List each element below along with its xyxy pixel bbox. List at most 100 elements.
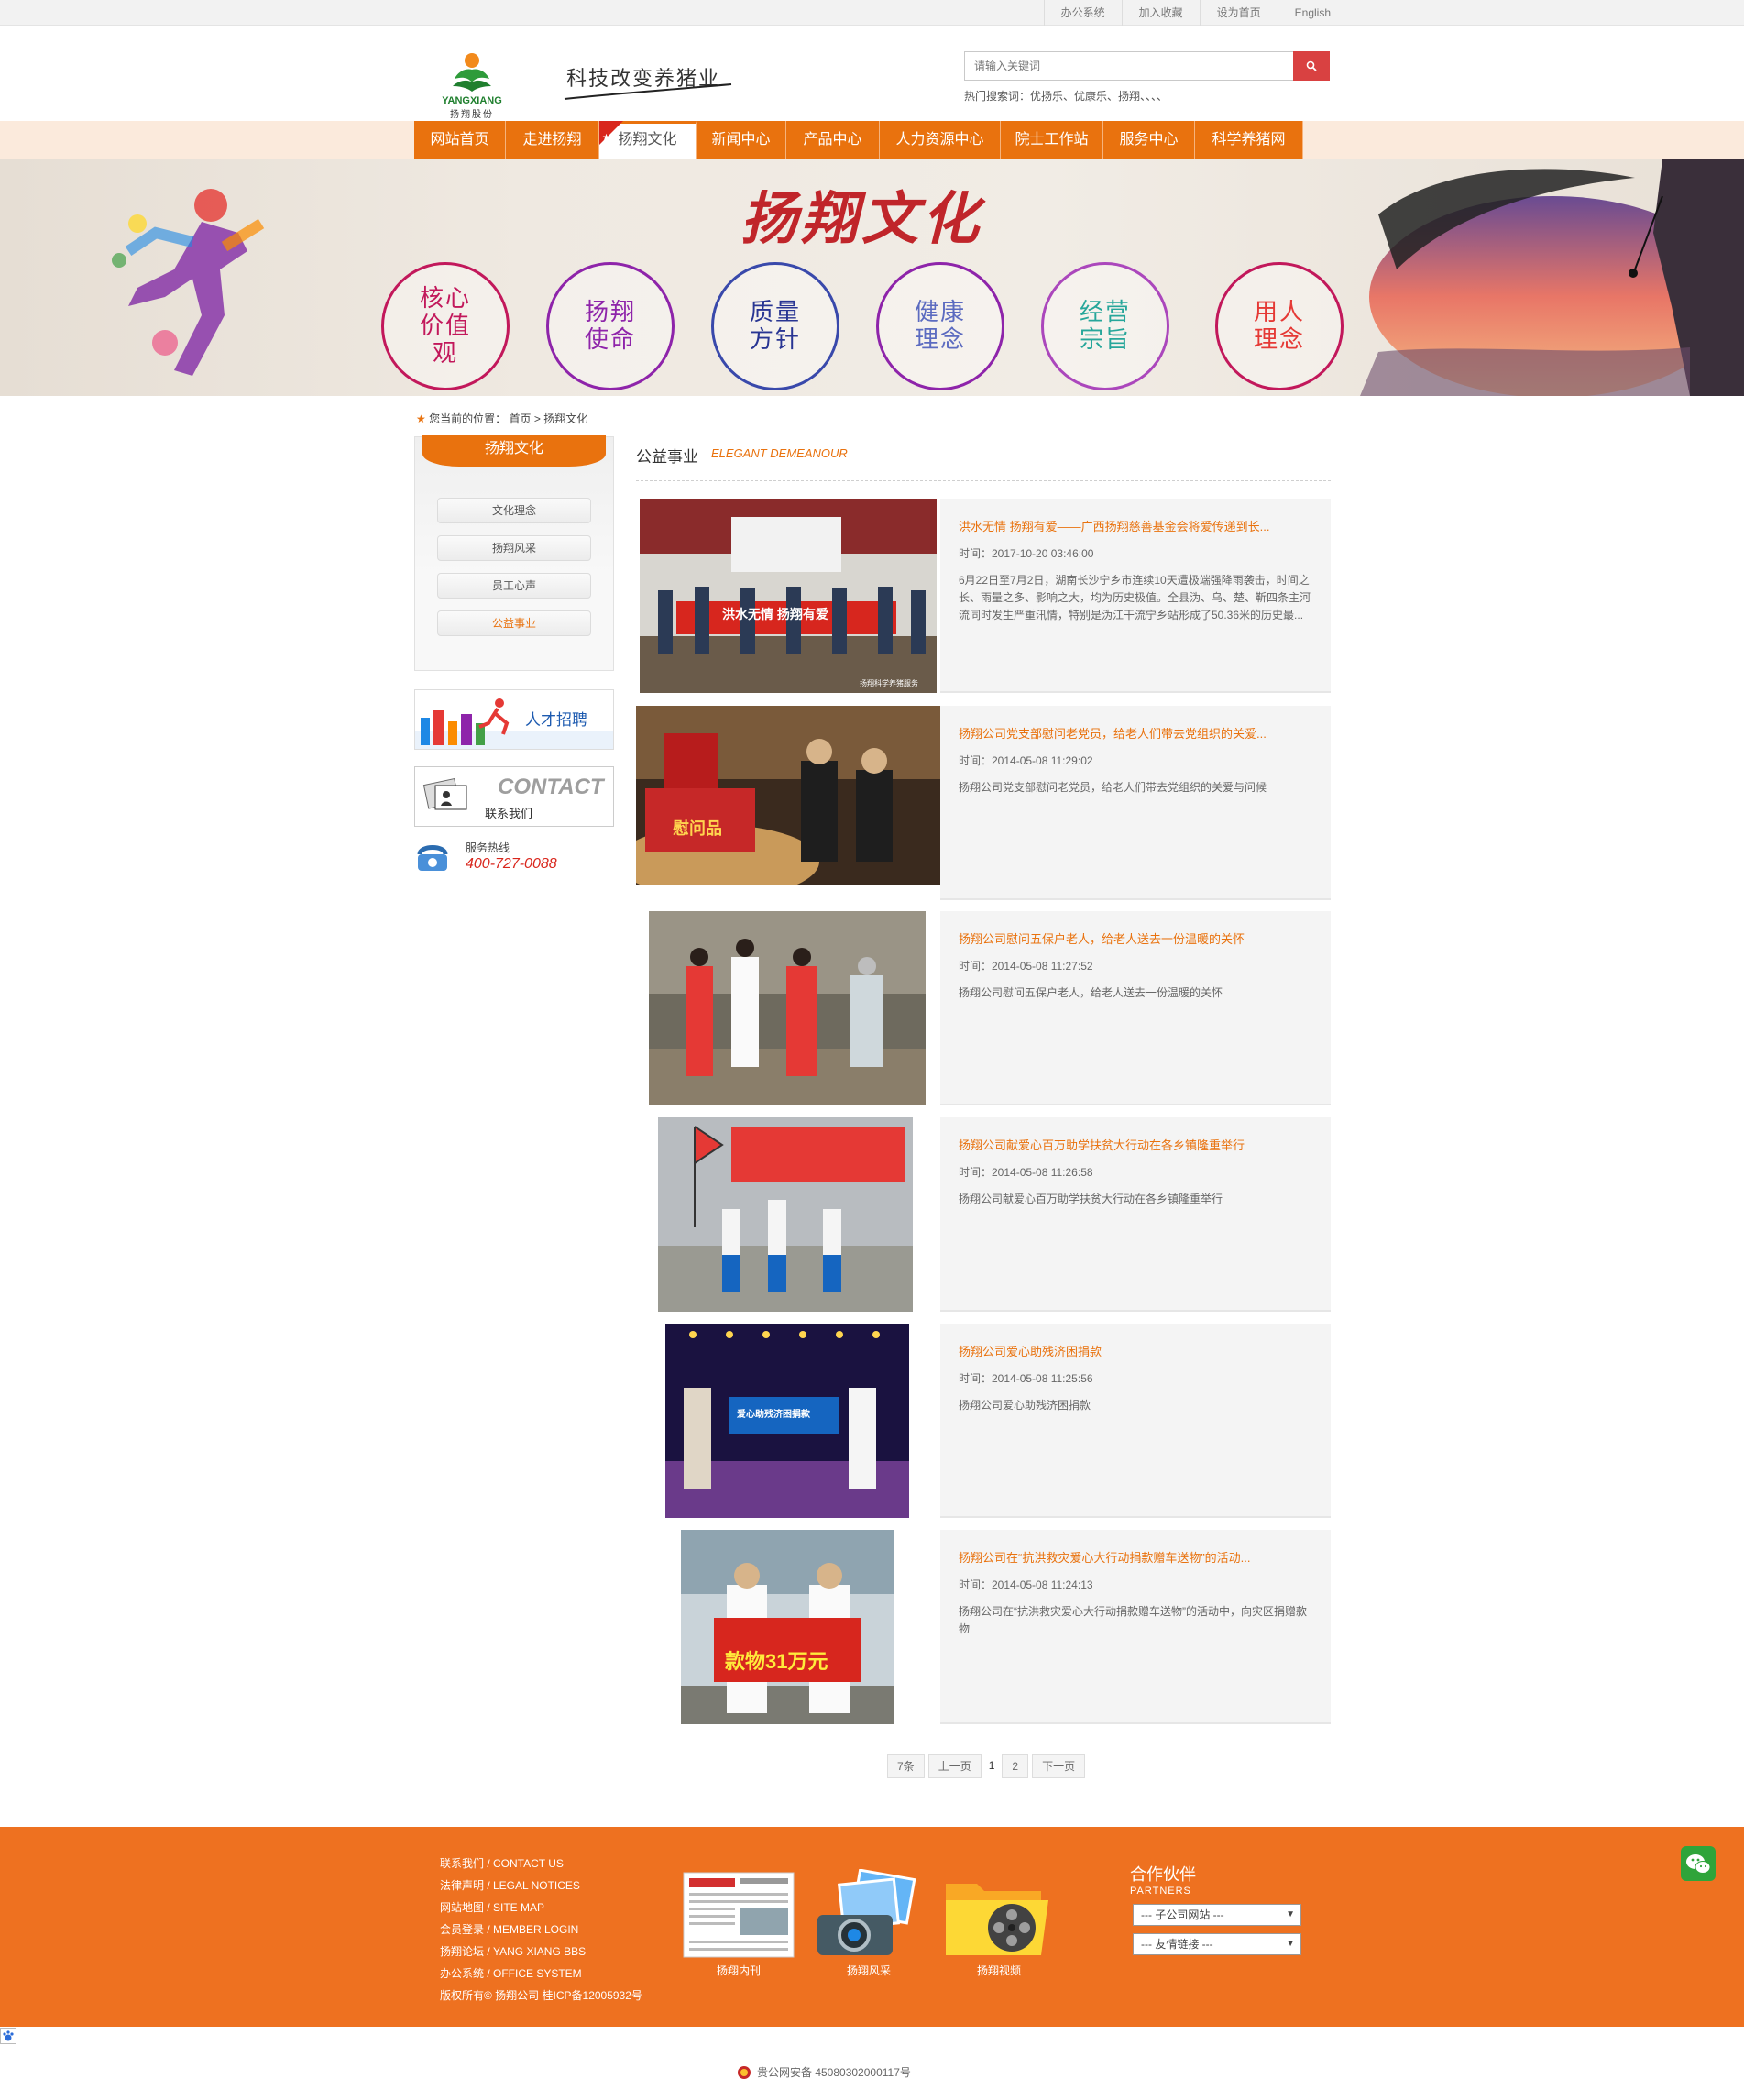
- footer-sitemap-link[interactable]: 网站地图 / SITE MAP: [440, 1897, 642, 1919]
- nav-hr[interactable]: 人力资源中心: [880, 121, 1001, 159]
- pager-prev[interactable]: 上一页: [927, 1754, 982, 1778]
- item-photo[interactable]: [649, 911, 926, 1105]
- circle-mission-label: 扬翔使命: [584, 299, 636, 354]
- circle-quality-policy[interactable]: 质量方针: [711, 262, 839, 390]
- nav-home[interactable]: 网站首页: [414, 121, 506, 159]
- footer: 联系我们 / CONTACT US 法律声明 / LEGAL NOTICES 网…: [0, 1827, 1744, 2027]
- star-icon: ★: [599, 121, 623, 145]
- office-system-link[interactable]: 办公系统: [1043, 0, 1122, 26]
- list-item[interactable]: 款物31万元 扬翔公司在“抗洪救灾爱心大行动捐款赠车送物”的活动... 时间：2…: [636, 1530, 1331, 1724]
- nav-academician[interactable]: 院士工作站: [1001, 121, 1103, 159]
- search-icon: [1306, 60, 1317, 71]
- list-item[interactable]: 扬翔公司献爱心百万助学扶贫大行动在各乡镇隆重举行 时间：2014-05-08 1…: [636, 1117, 1331, 1312]
- wechat-icon: [1686, 1854, 1711, 1874]
- sidebar-item-staff-voice[interactable]: 员工心声: [437, 573, 591, 599]
- top-links: 办公系统 加入收藏 设为首页 English: [1043, 0, 1347, 26]
- list-item[interactable]: 慰问品 扬翔公司党支部慰问老党员，给老人们带去党组织的关爱... 时间：2014…: [636, 706, 1331, 900]
- add-favorite-link[interactable]: 加入收藏: [1121, 0, 1200, 26]
- logo[interactable]: YANGXIANG 扬翔股份: [431, 49, 513, 120]
- nav-culture[interactable]: ★ 扬翔文化: [599, 121, 697, 159]
- item-title[interactable]: 洪水无情 扬翔有爱——广西扬翔慈善基金会将爱传递到长...: [959, 517, 1312, 534]
- slogan-swoosh-icon: [564, 83, 732, 100]
- breadcrumb-home[interactable]: 首页: [509, 412, 531, 425]
- camera-photos-icon: [817, 1868, 916, 1955]
- footer-magazine[interactable]: 扬翔内刊: [680, 1869, 797, 1977]
- circle-mission[interactable]: 扬翔使命: [546, 262, 675, 390]
- footer-office-link[interactable]: 办公系统 / OFFICE SYSTEM: [440, 1963, 642, 1985]
- circle-business-purpose-label: 经营宗旨: [1079, 299, 1131, 354]
- item-photo[interactable]: 洪水无情 扬翔有爱 扬翔科学养猪服务: [640, 499, 937, 693]
- nav-service[interactable]: 服务中心: [1103, 121, 1195, 159]
- partners-title: 合作伙伴: [1130, 1865, 1196, 1884]
- item-title[interactable]: 扬翔公司党支部慰问老党员，给老人们带去党组织的关爱...: [959, 724, 1312, 742]
- footer-video[interactable]: 扬翔视频: [940, 1869, 1058, 1977]
- circle-core-values[interactable]: 核心价值观: [381, 262, 510, 390]
- set-homepage-link[interactable]: 设为首页: [1199, 0, 1278, 26]
- paw-icon[interactable]: [0, 2028, 16, 2044]
- nav-products[interactable]: 产品中心: [786, 121, 880, 159]
- chevron-down-icon: ▼: [1286, 1939, 1295, 1949]
- recruit-label: 人才招聘: [525, 711, 587, 729]
- wechat-button[interactable]: [1681, 1846, 1716, 1881]
- subsidiary-select[interactable]: --- 子公司网站 --- ▼: [1133, 1904, 1301, 1926]
- hotline: 服务热线 400-727-0088: [414, 838, 614, 884]
- photo-banner-text: 慰问品: [673, 819, 722, 838]
- nav-about[interactable]: 走进扬翔: [506, 121, 599, 159]
- footer-gallery[interactable]: 扬翔风采: [810, 1868, 927, 1977]
- footer-legal-link[interactable]: 法律声明 / LEGAL NOTICES: [440, 1875, 642, 1897]
- pager-total: 7条: [887, 1754, 925, 1778]
- runner-illustration-icon: [112, 189, 265, 376]
- sidebar-item-style[interactable]: 扬翔风采: [437, 535, 591, 561]
- breadcrumb-current[interactable]: 扬翔文化: [543, 412, 587, 425]
- circle-business-purpose[interactable]: 经营宗旨: [1041, 262, 1169, 390]
- item-text-box: 扬翔公司党支部慰问老党员，给老人们带去党组织的关爱... 时间：2014-05-…: [940, 706, 1331, 900]
- item-title[interactable]: 扬翔公司献爱心百万助学扶贫大行动在各乡镇隆重举行: [959, 1136, 1312, 1153]
- item-desc: 扬翔公司献爱心百万助学扶贫大行动在各乡镇隆重举行: [959, 1193, 1223, 1205]
- item-photo[interactable]: 爱心助残济困捐款: [665, 1324, 909, 1518]
- star-icon: ★: [416, 412, 426, 425]
- item-text-box: 扬翔公司慰问五保户老人，给老人送去一份温暖的关怀 时间：2014-05-08 1…: [940, 911, 1331, 1105]
- item-desc: 扬翔公司慰问五保户老人，给老人送去一份温暖的关怀: [959, 986, 1223, 999]
- item-title[interactable]: 扬翔公司爱心助残济困捐款: [959, 1342, 1312, 1359]
- footer-bbs-link[interactable]: 扬翔论坛 / YANG XIANG BBS: [440, 1941, 642, 1963]
- police-beian[interactable]: 贵公网安备 45080302000117号: [737, 2064, 911, 2080]
- nav-pig-science[interactable]: 科学养猪网: [1195, 121, 1303, 159]
- video-label: 扬翔视频: [976, 1964, 1021, 1977]
- footer-contact-link[interactable]: 联系我们 / CONTACT US: [440, 1853, 642, 1875]
- sidebar-item-culture-concept[interactable]: 文化理念: [437, 498, 591, 523]
- pager-page-2[interactable]: 2: [1002, 1754, 1029, 1778]
- friend-links-select[interactable]: --- 友情链接 --- ▼: [1133, 1933, 1301, 1955]
- item-time: 时间：2014-05-08 11:29:02: [959, 754, 1093, 767]
- pager-page-1[interactable]: 1: [985, 1754, 999, 1778]
- footer-login-link[interactable]: 会员登录 / MEMBER LOGIN: [440, 1919, 642, 1941]
- item-photo[interactable]: 款物31万元: [681, 1530, 894, 1724]
- circle-talent-concept-label: 用人理念: [1253, 299, 1305, 354]
- list-item[interactable]: 爱心助残济困捐款 扬翔公司爱心助残济困捐款 时间：2014-05-08 11:2…: [636, 1324, 1331, 1518]
- newspaper-icon: [683, 1872, 795, 1958]
- item-desc: 扬翔公司爱心助残济困捐款: [959, 1399, 1091, 1412]
- pager-next[interactable]: 下一页: [1032, 1754, 1086, 1778]
- circle-quality-policy-label: 质量方针: [749, 299, 801, 354]
- list-item[interactable]: 洪水无情 扬翔有爱 扬翔科学养猪服务 洪水无情 扬翔有爱——广西扬翔慈善基金会将…: [636, 499, 1331, 693]
- circle-health-concept[interactable]: 健康理念: [876, 262, 1004, 390]
- english-link[interactable]: English: [1277, 0, 1347, 26]
- item-photo[interactable]: [658, 1117, 913, 1312]
- contact-banner[interactable]: CONTACT 联系我们: [414, 766, 614, 827]
- sidebar-item-charity[interactable]: 公益事业: [437, 610, 591, 636]
- item-photo[interactable]: 慰问品: [636, 706, 940, 900]
- item-title[interactable]: 扬翔公司在“抗洪救灾爱心大行动捐款赠车送物”的活动...: [959, 1548, 1312, 1566]
- circle-talent-concept[interactable]: 用人理念: [1215, 262, 1344, 390]
- charity-donation-photo-icon: [665, 1324, 909, 1518]
- item-desc: 扬翔公司党支部慰问老党员，给老人们带去党组织的关爱与问候: [959, 781, 1267, 794]
- item-title[interactable]: 扬翔公司慰问五保户老人，给老人送去一份温暖的关怀: [959, 929, 1312, 947]
- nav-news[interactable]: 新闻中心: [697, 121, 786, 159]
- magazine-label: 扬翔内刊: [716, 1964, 761, 1977]
- hot-search-words[interactable]: 热门搜索词：优扬乐、优康乐、扬翔、、、、: [964, 88, 1168, 104]
- search-button[interactable]: [1293, 51, 1330, 81]
- recruit-banner[interactable]: 人才招聘: [414, 689, 614, 750]
- search-input[interactable]: [964, 51, 1294, 81]
- item-time: 时间：2014-05-08 11:26:58: [959, 1166, 1093, 1179]
- hotline-label: 服务热线: [466, 841, 510, 854]
- item-time: 时间：2017-10-20 03:46:00: [959, 547, 1094, 560]
- list-item[interactable]: 扬翔公司慰问五保户老人，给老人送去一份温暖的关怀 时间：2014-05-08 1…: [636, 911, 1331, 1105]
